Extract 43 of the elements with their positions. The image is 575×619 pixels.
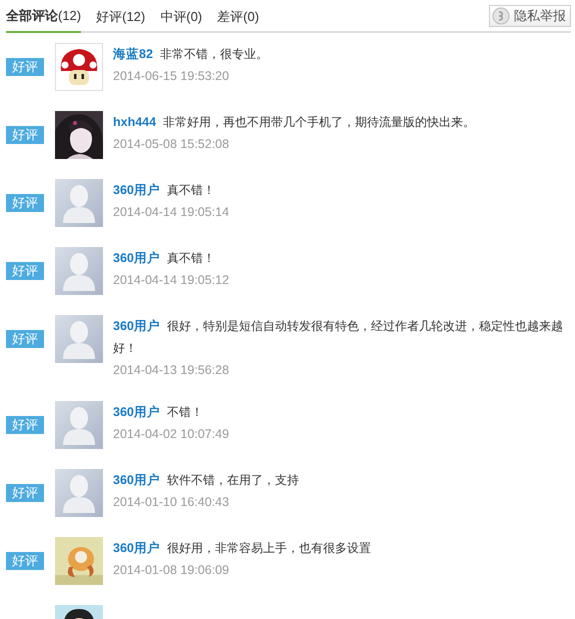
review-date: 2014-05-08 15:52:08 <box>113 136 230 153</box>
filter-tab[interactable]: 全部评论(12) <box>6 0 82 33</box>
user-avatar-icon <box>55 315 103 363</box>
username-link[interactable]: 360用户 <box>113 251 160 265</box>
review-date: 2014-01-10 16:40:43 <box>113 494 230 511</box>
user-avatar-icon <box>55 247 103 295</box>
mushroom-avatar-icon <box>55 43 103 91</box>
user-avatar-icon <box>55 469 103 517</box>
report-button[interactable]: 隐私举报 <box>489 5 571 27</box>
filter-tab[interactable]: 中评(0) <box>160 0 202 33</box>
review-date: 2014-04-14 19:05:14 <box>113 204 230 221</box>
comment-text: 360用户 软件不错，在用了，支持 <box>113 472 300 489</box>
review-date: 2014-04-02 10:07:49 <box>113 426 230 443</box>
comment-text: 360用户 不错！ <box>113 404 204 421</box>
username-link[interactable]: 360用户 <box>113 473 160 487</box>
username-link[interactable]: 360用户 <box>113 183 160 197</box>
rating-badge: 好评 <box>6 484 44 502</box>
rating-badge: 好评 <box>6 194 44 212</box>
user-avatar-icon <box>55 401 103 449</box>
username-link[interactable]: 360用户 <box>113 541 160 555</box>
rating-badge: 好评 <box>6 330 44 348</box>
review-date: 2014-04-13 19:56:28 <box>113 362 230 379</box>
comment-text: 360用户 真不错！ <box>113 182 216 199</box>
user-avatar-icon <box>55 179 103 227</box>
comment-text: 海蓝82 非常不错，很专业。 <box>113 46 269 63</box>
username-link[interactable]: 海蓝82 <box>113 47 153 61</box>
comment-text: 360用户 很好，特别是短信自动转发很有特色，经过作者几轮改进，稳定性也越来越好！ <box>113 318 564 357</box>
comment-text: 360用户 真不错！ <box>113 250 216 267</box>
review-date: 2014-01-08 19:06:09 <box>113 562 230 579</box>
rating-badge: 好评 <box>6 262 44 280</box>
username-link[interactable]: 360用户 <box>113 319 160 333</box>
filter-tab[interactable]: 差评(0) <box>217 0 260 33</box>
rating-badge: 好评 <box>6 416 44 434</box>
rating-badge: 好评 <box>6 126 44 144</box>
rating-badge: 好评 <box>6 552 44 570</box>
username-link[interactable]: 360用户 <box>113 405 160 419</box>
review-date: 2014-06-15 19:53:20 <box>113 68 230 85</box>
comment-text: 360用户 很好用，非常容易上手，也有很多设置 <box>113 540 372 557</box>
filter-tab[interactable]: 好评(12) <box>96 0 146 33</box>
rating-badge: 好评 <box>6 58 44 76</box>
comment-text: hxh444 非常好用，再也不用带几个手机了，期待流量版的快出来。 <box>113 114 476 131</box>
review-date: 2014-04-14 19:05:12 <box>113 272 230 289</box>
username-link[interactable]: hxh444 <box>113 115 156 129</box>
